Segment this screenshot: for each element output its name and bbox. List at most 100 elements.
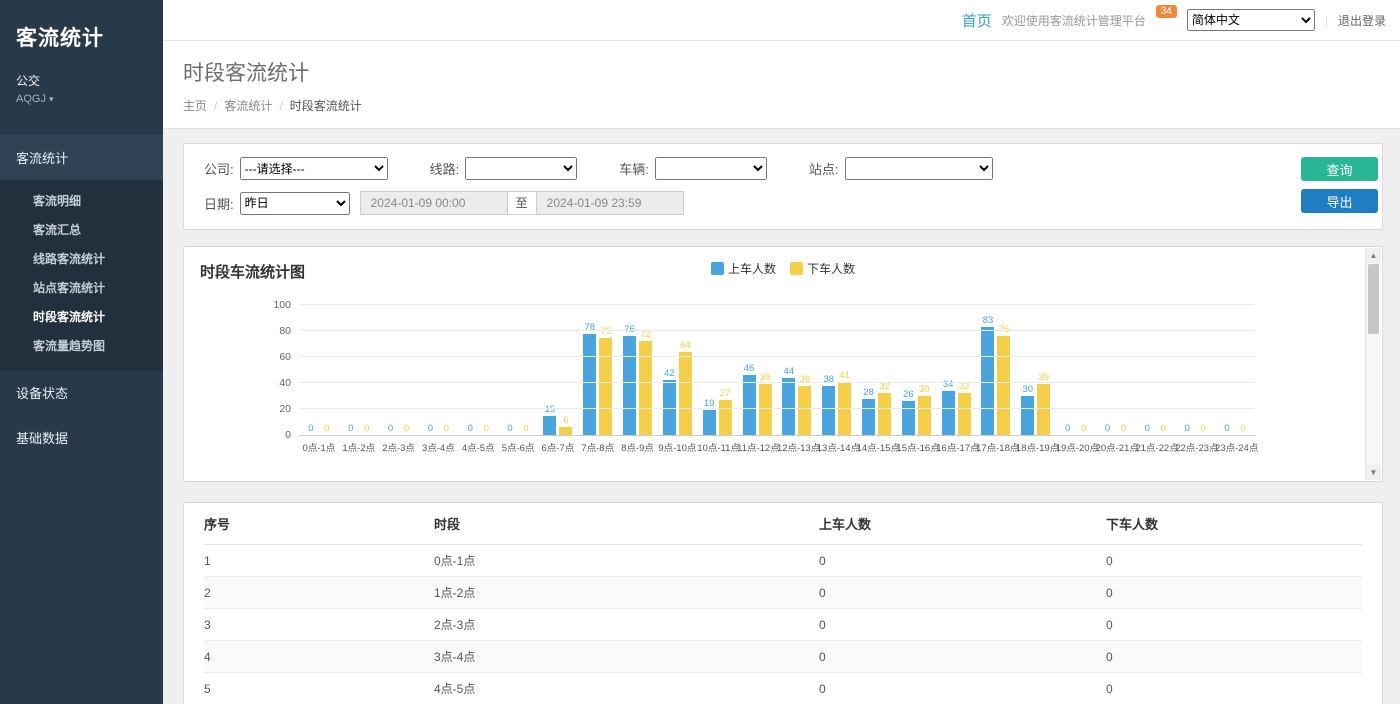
- x-axis-tick: 11点-12点: [737, 440, 777, 454]
- bar-value-label: 0: [1224, 423, 1229, 434]
- scrollbar-thumb[interactable]: [1368, 264, 1379, 334]
- vehicle-select[interactable]: [655, 157, 767, 180]
- x-axis-tick: 9点-10点: [657, 440, 697, 454]
- x-axis-tick: 8点-9点: [618, 440, 658, 454]
- bar-wrap: 6: [559, 415, 572, 435]
- bar-value-label: 0: [1161, 423, 1166, 434]
- bar-value-label: 75: [600, 326, 611, 337]
- bar-value-label: 0: [308, 423, 313, 434]
- bar-wrap: 44: [782, 366, 795, 435]
- chart-plot: 0000000000001567875767242641927463944383…: [299, 306, 1255, 436]
- bar-wrap: 46: [743, 363, 756, 435]
- sidebar-item[interactable]: 站点客流统计: [0, 273, 163, 302]
- bar-value-label: 0: [1200, 423, 1205, 434]
- sidebar-section-passenger-stats[interactable]: 客流统计: [0, 135, 163, 180]
- x-axis-tick: 0点-1点: [299, 440, 339, 454]
- breadcrumb-separator: /: [279, 99, 282, 113]
- bar-wrap: 42: [663, 368, 676, 435]
- table-cell: 0: [1106, 579, 1362, 607]
- x-axis-tick: 18点-19点: [1016, 440, 1056, 454]
- table-cell: 0: [819, 611, 1106, 639]
- breadcrumb-item[interactable]: 主页: [183, 99, 207, 113]
- sidebar-item[interactable]: 客流量趋势图: [0, 331, 163, 360]
- legend-item[interactable]: 上车人数: [711, 260, 776, 277]
- bar-value-label: 0: [1065, 423, 1070, 434]
- bar-wrap: 0: [1236, 423, 1249, 435]
- bar: [798, 386, 811, 435]
- sidebar-item[interactable]: 客流明细: [0, 186, 163, 215]
- date-end-input[interactable]: [536, 191, 684, 215]
- org-selector[interactable]: AQGJ▾: [0, 89, 163, 105]
- bar-wrap: 0: [1197, 423, 1210, 435]
- sidebar-item[interactable]: 线路客流统计: [0, 244, 163, 273]
- legend-swatch-icon: [790, 262, 803, 275]
- scrollbar-up-arrow-icon[interactable]: ▲: [1366, 248, 1381, 263]
- line-select[interactable]: [465, 157, 577, 180]
- table-cell: 0: [819, 579, 1106, 607]
- logout-link[interactable]: 退出登录: [1338, 12, 1386, 29]
- notification-badge[interactable]: 34: [1156, 5, 1177, 18]
- table-cell: 2点-3点: [434, 609, 819, 640]
- bar-group: 3432: [936, 379, 976, 435]
- company-select[interactable]: ---请选择---: [240, 157, 388, 180]
- chart-scrollbar[interactable]: ▲ ▼: [1365, 248, 1381, 480]
- bar-wrap: 28: [862, 387, 875, 435]
- bar-value-label: 27: [720, 388, 731, 399]
- table-row: 21点-2点00: [204, 577, 1362, 609]
- bar-wrap: 0: [1117, 423, 1130, 435]
- table-cell: 4点-5点: [434, 673, 819, 704]
- bar: [1037, 384, 1050, 435]
- filter-row-1: 公司: ---请选择--- 线路: 车辆: 站点:: [204, 157, 1368, 180]
- company-filter: 公司: ---请选择---: [204, 157, 388, 180]
- bar-value-label: 41: [839, 370, 850, 381]
- x-axis-tick: 1点-2点: [339, 440, 379, 454]
- export-button[interactable]: 导出: [1301, 189, 1378, 213]
- x-axis-tick: 12点-13点: [777, 440, 817, 454]
- bar: [559, 427, 572, 435]
- bar: [942, 391, 955, 435]
- bar: [878, 393, 891, 435]
- bar: [599, 338, 612, 436]
- bar-value-label: 0: [1240, 423, 1245, 434]
- breadcrumb-item[interactable]: 客流统计: [224, 99, 272, 113]
- query-button[interactable]: 查询: [1301, 157, 1378, 181]
- table-cell: 3: [204, 611, 434, 639]
- bar-value-label: 0: [1081, 423, 1086, 434]
- scrollbar-down-arrow-icon[interactable]: ▼: [1366, 465, 1381, 480]
- legend-item[interactable]: 下车人数: [790, 260, 855, 277]
- y-axis-tick: 80: [265, 325, 291, 337]
- sidebar-section-base-data[interactable]: 基础数据: [0, 415, 163, 460]
- x-axis-tick: 19点-20点: [1056, 440, 1096, 454]
- bar-group: 7672: [618, 324, 658, 435]
- bar-group: 00: [1175, 423, 1215, 435]
- bar-value-label: 44: [784, 366, 795, 377]
- bar-value-label: 0: [1121, 423, 1126, 434]
- home-link[interactable]: 首页: [962, 10, 992, 31]
- language-select[interactable]: 简体中文: [1187, 9, 1315, 31]
- sidebar-item[interactable]: 客流汇总: [0, 215, 163, 244]
- gridline: [299, 356, 1255, 357]
- table-cell: 0: [819, 675, 1106, 703]
- date-preset-select[interactable]: 昨日: [240, 192, 350, 215]
- bar-group: 00: [339, 423, 379, 435]
- line-filter: 线路:: [430, 157, 578, 180]
- chart-bars: 0000000000001567875767242641927463944383…: [299, 306, 1255, 435]
- bar-value-label: 30: [1023, 384, 1034, 395]
- sidebar-item[interactable]: 时段客流统计: [0, 302, 163, 331]
- bar-wrap: 76: [623, 324, 636, 435]
- sidebar-section-device-status[interactable]: 设备状态: [0, 370, 163, 415]
- bar-wrap: 26: [902, 389, 915, 435]
- bar-value-label: 34: [943, 379, 954, 390]
- gridline: [299, 382, 1255, 383]
- bar-wrap: 0: [480, 423, 493, 435]
- bar-value-label: 0: [1105, 423, 1110, 434]
- bar-value-label: 0: [523, 423, 528, 434]
- bar: [902, 401, 915, 435]
- welcome-text: 欢迎使用客流统计管理平台: [1002, 12, 1146, 29]
- date-start-input[interactable]: [360, 191, 508, 215]
- chart-legend: 上车人数下车人数: [711, 260, 855, 277]
- station-select[interactable]: [845, 157, 993, 180]
- table-header-cell: 序号: [204, 503, 434, 544]
- bar-value-label: 0: [507, 423, 512, 434]
- bar-wrap: 0: [1141, 423, 1154, 435]
